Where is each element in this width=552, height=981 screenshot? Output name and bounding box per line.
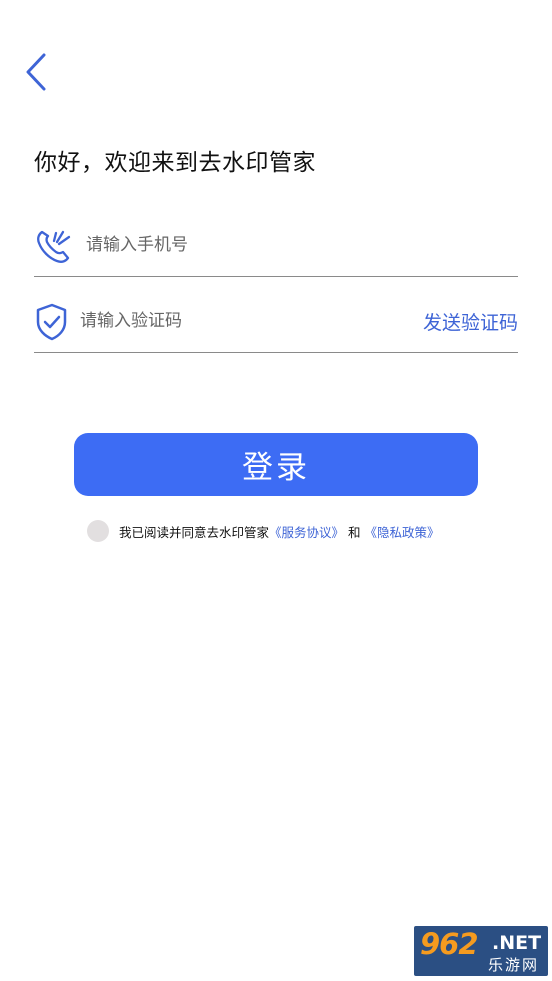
shield-check-icon (34, 302, 74, 342)
agreement-checkbox[interactable] (87, 520, 109, 542)
verification-code-input[interactable] (80, 304, 380, 338)
back-button[interactable] (18, 52, 54, 96)
agreement-text: 我已阅读并同意去水印管家 (119, 524, 270, 540)
watermark-domain: .NET (492, 932, 542, 954)
phone-field (34, 214, 518, 277)
site-watermark-logo: 962 .NET 乐游网 (414, 926, 548, 976)
privacy-policy-link[interactable]: 《隐私政策》 (365, 522, 440, 541)
phone-input[interactable] (86, 228, 386, 262)
agreement-conjunction: 和 (348, 524, 361, 540)
phone-icon (34, 226, 74, 266)
welcome-title: 你好，欢迎来到去水印管家 (34, 150, 316, 176)
agreement-row: 我已阅读并同意去水印管家 《服务协议》 和 《隐私政策》 (87, 520, 440, 542)
verification-code-field: 发送验证码 (34, 290, 518, 353)
watermark-name: 乐游网 (488, 956, 540, 974)
login-button[interactable]: 登录 (74, 433, 478, 496)
service-agreement-link[interactable]: 《服务协议》 (269, 522, 344, 541)
watermark-number: 962 (420, 927, 479, 961)
chevron-left-icon (24, 52, 48, 96)
send-code-button[interactable]: 发送验证码 (423, 308, 518, 335)
